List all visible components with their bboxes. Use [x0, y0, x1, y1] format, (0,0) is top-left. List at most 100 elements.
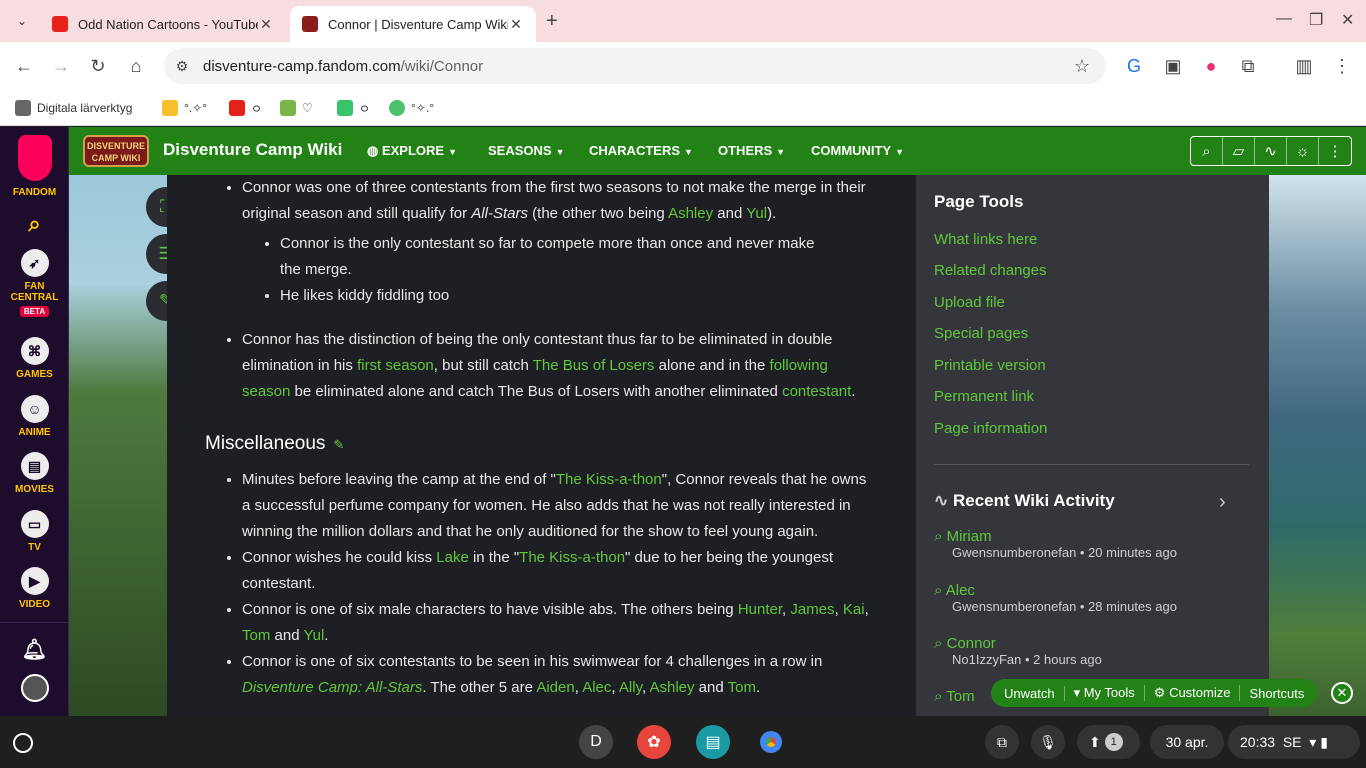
bookmark-item[interactable]: °✧.° — [389, 96, 434, 120]
extension-pink-icon[interactable]: ● — [1199, 54, 1223, 78]
my-tools-button[interactable]: ▾ My Tools — [1065, 685, 1145, 701]
link-yul[interactable]: Yul — [746, 205, 767, 222]
shortcuts-button[interactable]: Shortcuts — [1240, 686, 1313, 701]
link-tom[interactable]: Tom — [728, 679, 756, 696]
bookmark-item[interactable]: ♡ — [280, 96, 313, 120]
account-avatar[interactable]: D — [579, 725, 613, 759]
bell-icon[interactable]: 🔔︎ — [0, 637, 69, 662]
close-window-icon[interactable]: ✕ — [1341, 10, 1354, 30]
upload-file-link[interactable]: Upload file — [934, 294, 1005, 311]
bookmark-item[interactable]: ㅇ — [229, 96, 262, 120]
link-ally[interactable]: Ally — [619, 679, 642, 696]
games-item[interactable]: ⌘ GAMES — [0, 337, 69, 380]
wiki-name[interactable]: Disventure Camp Wiki — [163, 140, 342, 160]
link-kiss-a-thon[interactable]: The Kiss-a-thon — [556, 471, 662, 488]
close-tab-icon[interactable]: ✕ — [508, 16, 524, 33]
activity-item[interactable]: ⌕ Connor No1IzzyFan • 2 hours ago — [934, 635, 1102, 667]
link-lake[interactable]: Lake — [436, 549, 469, 566]
link-first-season[interactable]: first season — [357, 357, 434, 374]
unwatch-button[interactable]: Unwatch — [995, 685, 1065, 701]
nav-community[interactable]: COMMUNITY ▼ — [811, 143, 904, 158]
url-text[interactable]: disventure-camp.fandom.com/wiki/Connor — [203, 58, 483, 75]
what-links-here-link[interactable]: What links here — [934, 231, 1037, 248]
link-tom[interactable]: Tom — [242, 627, 270, 644]
classroom-app-icon[interactable]: ▤ — [696, 725, 730, 759]
user-avatar[interactable] — [0, 674, 69, 706]
search-icon[interactable]: ⌕ — [0, 211, 69, 237]
related-changes-link[interactable]: Related changes — [934, 262, 1047, 279]
edit-section-icon[interactable]: ✎ — [333, 437, 344, 452]
date-tray[interactable]: 30 apr. — [1150, 725, 1224, 759]
fandom-logo[interactable]: FANDOM — [0, 135, 69, 198]
tab-youtube[interactable]: Odd Nation Cartoons - YouTube ✕ — [40, 6, 286, 42]
back-icon[interactable]: ← — [12, 54, 36, 78]
chrome-icon[interactable] — [754, 725, 788, 759]
close-icon[interactable]: ✕ — [1331, 682, 1353, 704]
activity-name[interactable]: Tom — [946, 688, 974, 705]
activity-item[interactable]: ⌕ Tom — [934, 688, 975, 705]
link-all-stars[interactable]: Disventure Camp: All-Stars — [242, 679, 422, 696]
close-tab-icon[interactable]: ✕ — [258, 16, 274, 33]
launcher-icon[interactable] — [13, 733, 33, 753]
paint-app-icon[interactable]: ✿ — [637, 725, 671, 759]
wiki-logo[interactable]: DISVENTURE CAMP WIKI — [83, 135, 149, 167]
link-hunter[interactable]: Hunter — [738, 601, 782, 618]
tab-wiki[interactable]: Connor | Disventure Camp Wiki ✕ — [290, 6, 536, 42]
link-yul[interactable]: Yul — [303, 627, 324, 644]
activity-name[interactable]: Miriam — [947, 528, 992, 545]
nav-others[interactable]: OTHERS ▼ — [718, 143, 785, 158]
link-alec[interactable]: Alec — [582, 679, 611, 696]
site-info-icon[interactable]: ⚙ — [170, 54, 194, 78]
link-ashley[interactable]: Ashley — [649, 679, 694, 696]
restore-icon[interactable]: ❐ — [1309, 10, 1323, 30]
bookmark-item[interactable]: ㅇ — [337, 96, 370, 120]
nav-seasons[interactable]: SEASONS ▼ — [488, 143, 565, 158]
theme-sun-icon[interactable]: ☼ — [1287, 137, 1319, 165]
side-panel-icon[interactable]: ▥ — [1292, 54, 1316, 78]
activity-item[interactable]: ⌕ Alec Gwensnumberonefan • 28 minutes ago — [934, 582, 1177, 614]
special-pages-link[interactable]: Special pages — [934, 325, 1028, 342]
search-icon[interactable]: ⌕ — [1191, 137, 1223, 165]
activity-icon[interactable]: ∿ — [1255, 137, 1287, 165]
discussions-icon[interactable]: ▱ — [1223, 137, 1255, 165]
forward-icon[interactable]: → — [49, 54, 73, 78]
bookmark-item[interactable]: °.✧° — [162, 96, 207, 120]
link-ashley[interactable]: Ashley — [668, 205, 713, 222]
chevron-right-icon[interactable]: › — [1219, 491, 1226, 514]
home-icon[interactable]: ⌂ — [124, 54, 148, 78]
link-kai[interactable]: Kai — [843, 601, 865, 618]
tv-item[interactable]: ▭ TV — [0, 510, 69, 553]
extension-icon[interactable]: ▣ — [1161, 54, 1185, 78]
fan-central-item[interactable]: ➶ FAN CENTRAL BETA — [0, 249, 69, 317]
permanent-link[interactable]: Permanent link — [934, 388, 1034, 405]
link-james[interactable]: James — [790, 601, 834, 618]
link-aiden[interactable]: Aiden — [536, 679, 574, 696]
microphone-icon[interactable]: 🎙︎ — [1031, 725, 1065, 759]
movies-item[interactable]: ▤ MOVIES — [0, 452, 69, 495]
link-kiss-a-thon[interactable]: The Kiss-a-thon — [519, 549, 625, 566]
translate-icon[interactable]: G — [1122, 54, 1146, 78]
new-tab-button[interactable]: + — [546, 10, 558, 33]
menu-icon[interactable]: ⋮ — [1330, 54, 1354, 78]
holding-space-icon[interactable]: ⧉ — [985, 725, 1019, 759]
bookmark-star-icon[interactable]: ☆ — [1070, 54, 1094, 78]
bookmark-folder[interactable]: Digitala lärverktyg — [15, 96, 132, 120]
reload-icon[interactable]: ↻ — [86, 54, 110, 78]
activity-item[interactable]: ⌕ Miriam Gwensnumberonefan • 20 minutes a… — [934, 528, 1177, 560]
page-information-link[interactable]: Page information — [934, 420, 1047, 437]
tab-search-button[interactable]: ⌄ — [8, 8, 36, 34]
notification-tray[interactable]: ⬆ 1 — [1077, 725, 1140, 759]
link-contestant[interactable]: contestant — [782, 383, 851, 400]
extensions-puzzle-icon[interactable]: ⧉ — [1236, 54, 1260, 78]
customize-button[interactable]: ⚙ Customize — [1145, 685, 1241, 701]
status-tray[interactable]: 20:33 SE ▾ ▮ — [1228, 725, 1360, 759]
printable-version-link[interactable]: Printable version — [934, 357, 1046, 374]
activity-name[interactable]: Connor — [947, 635, 996, 652]
activity-name[interactable]: Alec — [946, 582, 975, 599]
address-bar[interactable]: ⚙ disventure-camp.fandom.com/wiki/Connor… — [164, 48, 1106, 84]
minimize-icon[interactable]: — — [1276, 10, 1292, 28]
video-item[interactable]: ▶ VIDEO — [0, 567, 69, 610]
anime-item[interactable]: ☺ ANIME — [0, 395, 69, 438]
link-bus-of-losers[interactable]: The Bus of Losers — [533, 357, 655, 374]
nav-characters[interactable]: CHARACTERS ▼ — [589, 143, 693, 158]
